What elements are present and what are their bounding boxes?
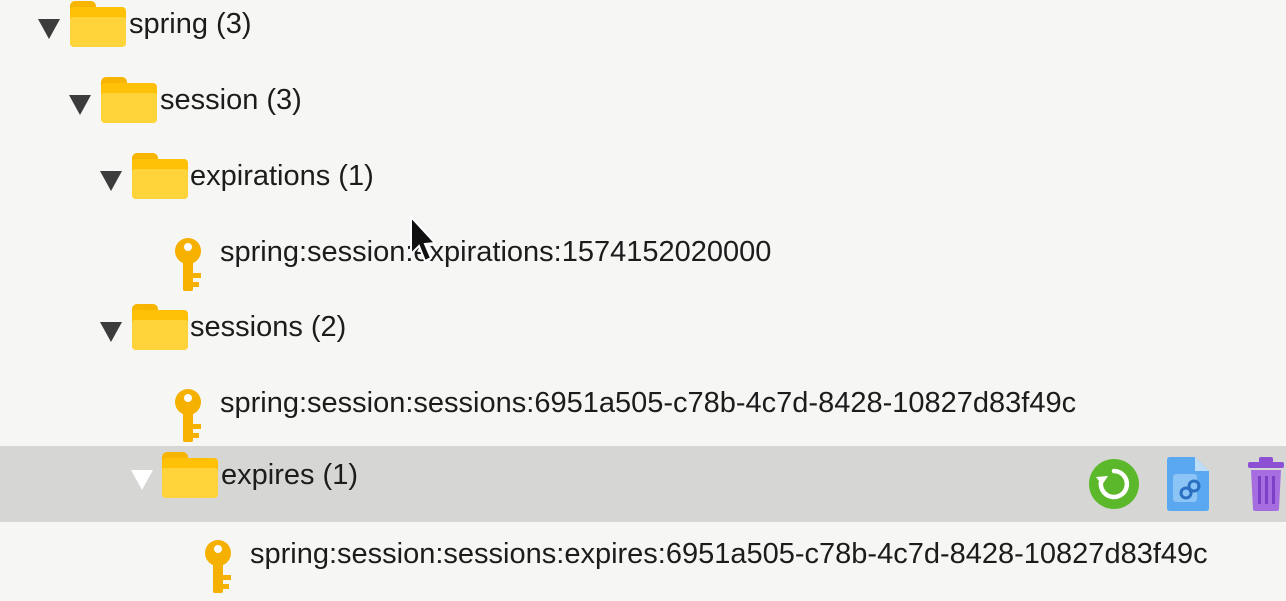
tree-node-expires[interactable]: expires (1) xyxy=(0,446,1286,522)
tree-node-sessions[interactable]: sessions (2) xyxy=(0,298,1286,374)
tree-node-label: expires (1) xyxy=(221,459,358,491)
expand-toggle-icon[interactable] xyxy=(100,171,122,191)
key-label: spring:session:sessions:6951a505-c78b-4c… xyxy=(220,387,1077,419)
tree-node-spring[interactable]: spring (3) xyxy=(0,0,1286,71)
folder-icon xyxy=(162,452,218,498)
expand-toggle-icon[interactable] xyxy=(100,322,122,342)
key-label: spring:session:sessions:expires:6951a505… xyxy=(250,538,1208,570)
expand-toggle-icon[interactable] xyxy=(69,95,91,115)
reload-icon[interactable] xyxy=(1088,458,1140,510)
tree-node-session[interactable]: session (3) xyxy=(0,71,1286,147)
tree-node-label: spring (3) xyxy=(129,8,252,40)
tree-key-expires[interactable]: spring:session:sessions:expires:6951a505… xyxy=(0,525,1286,601)
delete-icon[interactable] xyxy=(1246,456,1286,512)
tree-node-label: expirations (1) xyxy=(190,160,374,192)
folder-icon xyxy=(132,304,188,350)
mouse-cursor-icon xyxy=(410,216,436,263)
tree-key-expirations[interactable]: spring:session:expirations:1574152020000 xyxy=(0,223,1286,299)
tree-node-label: session (3) xyxy=(160,84,302,116)
folder-icon xyxy=(132,153,188,199)
folder-icon xyxy=(101,77,157,123)
key-icon xyxy=(205,540,231,593)
key-label: spring:session:expirations:1574152020000 xyxy=(220,236,772,268)
key-icon xyxy=(175,389,201,442)
expand-toggle-icon[interactable] xyxy=(38,19,60,39)
folder-icon xyxy=(70,1,126,47)
key-icon xyxy=(175,238,201,291)
copy-link-icon[interactable] xyxy=(1165,456,1211,512)
tree-key-sessions[interactable]: spring:session:sessions:6951a505-c78b-4c… xyxy=(0,374,1286,450)
tree-node-expirations[interactable]: expirations (1) xyxy=(0,147,1286,223)
expand-toggle-icon[interactable] xyxy=(131,470,153,490)
tree-node-label: sessions (2) xyxy=(190,311,347,343)
